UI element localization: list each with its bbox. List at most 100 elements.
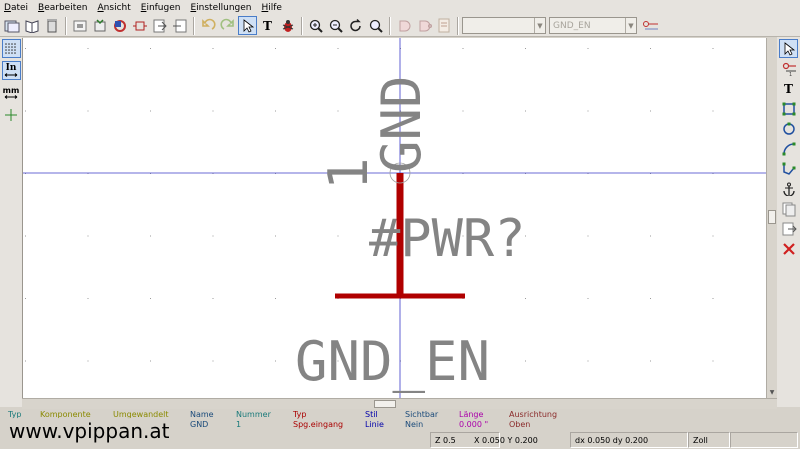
units-inch-button[interactable]: In (1, 61, 21, 80)
bug-icon[interactable] (278, 16, 297, 35)
toolbar-separator (301, 16, 303, 35)
chevron-down-icon: ▼ (534, 18, 545, 33)
add-polyline-icon[interactable] (779, 159, 798, 178)
grid-dot (712, 110, 714, 112)
kicad-libedit-window: Datei Bearbeiten Ansicht Einfugen Einste… (0, 0, 800, 449)
horizontal-scroll-thumb[interactable] (374, 400, 396, 408)
menu-bearbeiten[interactable]: Bearbeiten (38, 3, 87, 13)
delete-item-icon[interactable] (779, 239, 798, 258)
load-component-icon[interactable] (90, 16, 109, 35)
zoom-fit-icon[interactable] (366, 16, 385, 35)
grid-dot (337, 110, 339, 112)
menu-bar: Datei Bearbeiten Ansicht Einfugen Einste… (0, 0, 800, 15)
import-graphics-icon[interactable] (779, 199, 798, 218)
anchor-icon[interactable] (779, 179, 798, 198)
pin-name-text[interactable]: GND (370, 75, 433, 173)
grid-dot (212, 360, 214, 362)
grid-dot (712, 235, 714, 237)
grid-dot (712, 360, 714, 362)
value-text[interactable]: GND_EN (295, 330, 490, 393)
de-morgan-normal-icon[interactable] (394, 16, 413, 35)
grid-dot (87, 298, 89, 299)
grid-dot (587, 298, 589, 299)
reference-text[interactable]: #PWR? (369, 209, 526, 269)
grid-dot (337, 235, 339, 237)
library-book-icon[interactable] (22, 16, 41, 35)
import-export-icon[interactable] (110, 16, 129, 35)
menu-datei[interactable]: Datei (4, 3, 28, 13)
datasheet-icon[interactable] (434, 16, 453, 35)
grid-dot (212, 48, 214, 49)
zoom-in-icon[interactable] (306, 16, 325, 35)
text-tool-icon[interactable]: T (258, 16, 277, 35)
toolbar-separator (389, 16, 391, 35)
redo-icon[interactable] (218, 16, 237, 35)
de-morgan-convert-icon[interactable] (414, 16, 433, 35)
cursor-shape-icon[interactable] (2, 105, 21, 124)
toolbar-separator (457, 16, 459, 35)
open-library-icon[interactable] (2, 16, 21, 35)
grid-dot (275, 360, 276, 362)
scroll-down-icon[interactable]: ▼ (767, 387, 777, 397)
select-tool-icon[interactable] (238, 16, 257, 35)
toolbar-separator (65, 16, 67, 35)
info-nummer: Nummer 1 (236, 410, 271, 429)
menu-einfugen[interactable]: Einfugen (141, 3, 181, 13)
grid-dot (587, 110, 589, 112)
grid-dot (25, 360, 26, 362)
grid-dot (275, 110, 276, 112)
grid-dot (525, 360, 526, 362)
delete-library-icon[interactable] (42, 16, 61, 35)
export-graphics-icon[interactable] (779, 219, 798, 238)
horizontal-scrollbar[interactable] (22, 398, 777, 409)
add-circle-icon[interactable] (779, 119, 798, 138)
toolbar-separator (193, 16, 195, 35)
pin-table-icon[interactable] (641, 16, 660, 35)
zoom-out-icon[interactable] (326, 16, 345, 35)
info-name: Name GND (190, 410, 214, 429)
status-units: Zoll (688, 432, 730, 448)
redraw-icon[interactable] (346, 16, 365, 35)
info-laenge: Länge 0.000 " (459, 410, 489, 429)
right-toolbar: 1 T (777, 37, 800, 407)
undo-icon[interactable] (198, 16, 217, 35)
grid-dot (150, 360, 151, 362)
grid-dot (525, 48, 526, 49)
select-arrow-icon[interactable] (779, 39, 798, 58)
grid-dot (525, 110, 526, 112)
grid-dot (150, 48, 151, 49)
grid-dot (87, 110, 89, 112)
export-part-icon[interactable] (170, 16, 189, 35)
vertical-scrollbar[interactable]: ▼ (766, 38, 777, 398)
grid-dot (712, 48, 714, 49)
part-select-combo[interactable]: ▼ (462, 17, 546, 34)
add-arc-icon[interactable] (779, 139, 798, 158)
new-component-icon[interactable] (70, 16, 89, 35)
add-pin-icon[interactable]: 1 (779, 59, 798, 78)
grid-dot (650, 298, 651, 299)
info-pin-typ: Typ Spg.eingang (293, 410, 344, 429)
schematic-canvas-svg[interactable]: 1 GND #PWR? GND_EN (23, 38, 766, 398)
add-rectangle-icon[interactable] (779, 99, 798, 118)
grid-dot (650, 360, 651, 362)
menu-einstellungen[interactable]: Einstellungen (190, 3, 251, 13)
menu-ansicht[interactable]: Ansicht (98, 3, 131, 13)
grid-dot (150, 110, 151, 112)
menu-hilfe[interactable]: Hilfe (261, 3, 282, 13)
alias-select-combo[interactable]: GND_EN ▼ (549, 17, 637, 34)
grid-toggle-icon[interactable] (1, 39, 21, 58)
main-toolbar: T ▼ GND_EN ▼ (0, 15, 800, 37)
component-pins-icon[interactable] (130, 16, 149, 35)
grid-dot (650, 235, 651, 237)
grid-dot (25, 235, 26, 237)
grid-dot (150, 235, 151, 237)
grid-dot (275, 298, 276, 299)
vertical-scroll-thumb[interactable] (768, 210, 776, 224)
add-text-icon[interactable]: T (779, 79, 798, 98)
drawing-canvas[interactable]: 1 GND #PWR? GND_EN (22, 38, 766, 398)
grid-dot (150, 298, 151, 299)
units-mm-button[interactable]: mm (2, 83, 21, 102)
status-empty (730, 432, 798, 448)
grid-dot (212, 298, 214, 299)
new-part-icon[interactable] (150, 16, 169, 35)
